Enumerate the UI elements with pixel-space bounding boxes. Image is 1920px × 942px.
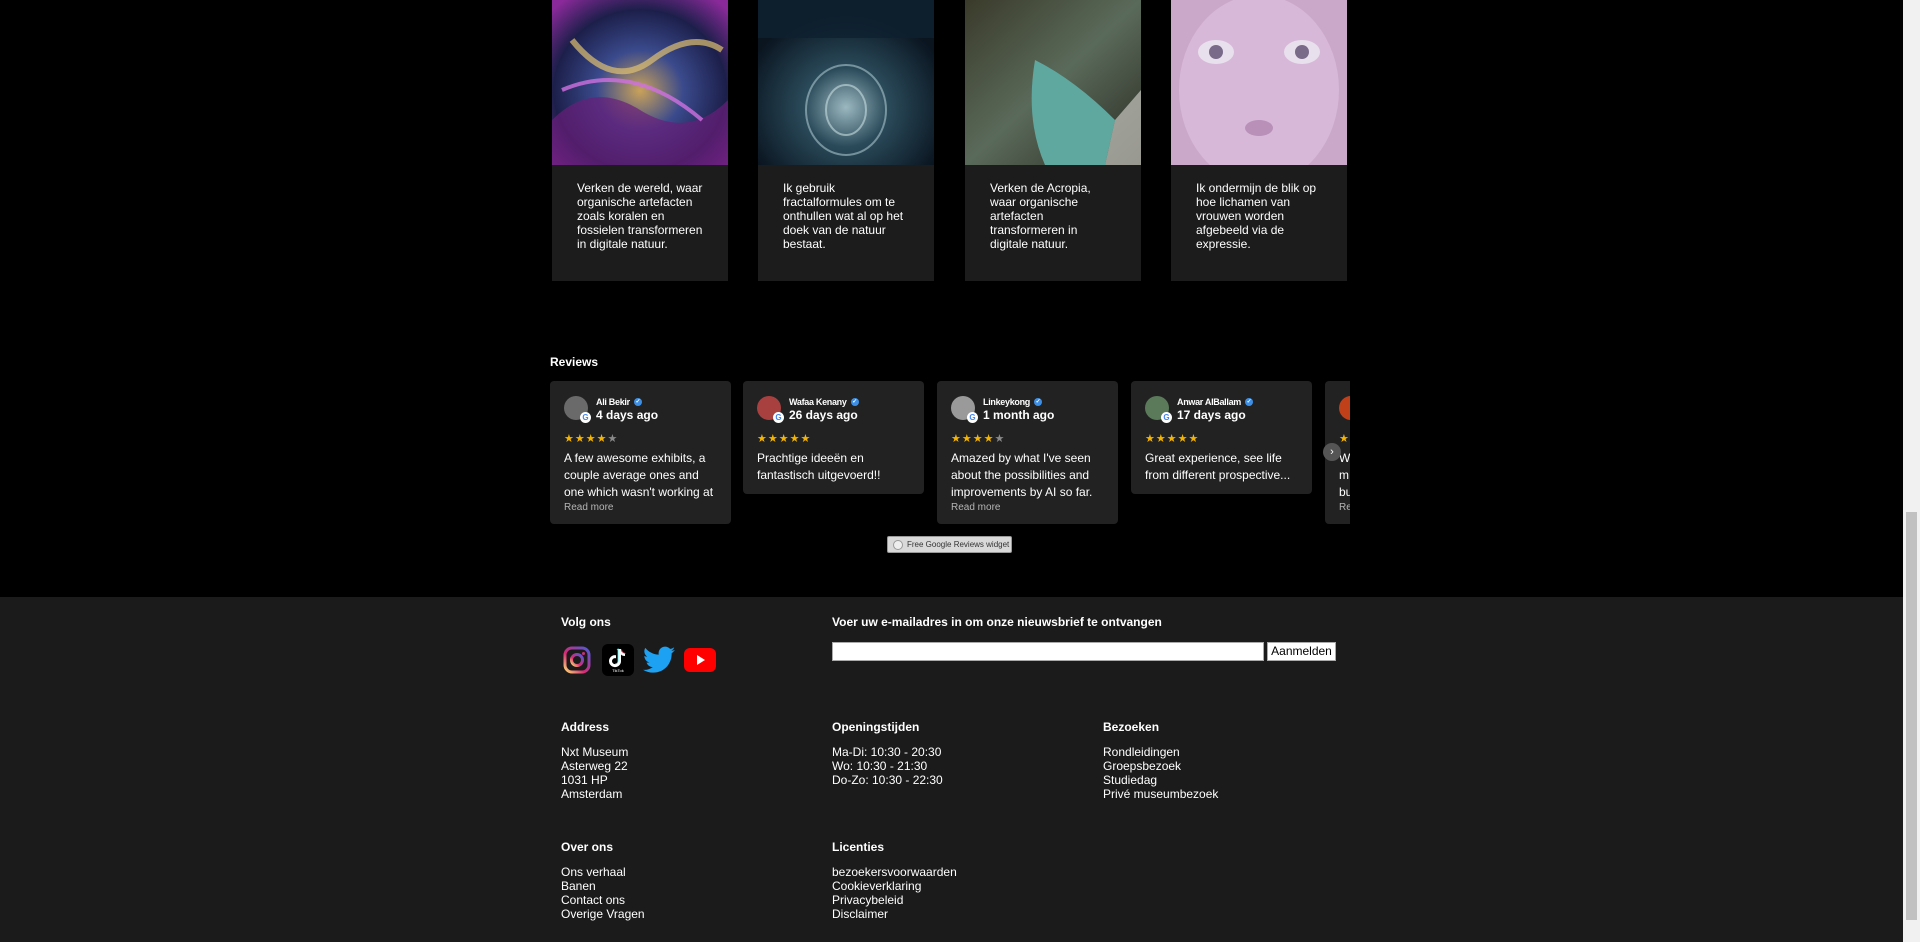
star-rating: ★★★★★ [1145, 433, 1200, 445]
tiktok-icon[interactable]: TikTok [602, 644, 634, 676]
licenses-heading: Licenties [832, 840, 885, 854]
review-card[interactable]: G Wafaa Kenany ✓ 26 days ago ★★★★★ Pracht… [743, 381, 924, 494]
google-icon: G [580, 412, 591, 423]
footer-link-contact-ons[interactable]: Contact ons [561, 893, 645, 907]
review-text: A few awesome exhibits, a couple average… [564, 451, 714, 499]
verified-icon: ✓ [633, 398, 642, 406]
art-card-description: Ik gebruik fractalformules om te onthull… [783, 181, 904, 251]
review-card[interactable]: G Linkeykong ✓ 1 month ago ★★★★★ Amazed b… [937, 381, 1118, 524]
footer-link-prive-museumbezoek[interactable]: Privé museumbezoek [1103, 787, 1218, 801]
review-text: Prachtige ideeën en fantastisch uitgevoe… [757, 451, 881, 482]
footer-link-cookieverklaring[interactable]: Cookieverklaring [832, 879, 957, 893]
page-scrollbar[interactable] [1903, 0, 1920, 942]
star-rating: ★★★★★ [1339, 433, 1350, 445]
read-more-link[interactable]: Re [1339, 501, 1350, 514]
reviewer-name: Wafaa Kenany [789, 397, 847, 407]
follow-heading: Volg ons [561, 615, 611, 629]
widget-logo-icon [893, 540, 903, 550]
verified-icon: ✓ [1245, 398, 1253, 406]
opening-hours-block: Ma-Di: 10:30 - 20:30 Wo: 10:30 - 21:30 D… [832, 745, 943, 787]
visit-links: Rondleidingen Groepsbezoek Studiedag Pri… [1103, 745, 1218, 801]
read-more-link[interactable]: Read more [951, 501, 1104, 514]
footer-link-studiedag[interactable]: Studiedag [1103, 773, 1218, 787]
opening-hours-line: Ma-Di: 10:30 - 20:30 [832, 745, 942, 759]
star-rating: ★★★★★ [951, 433, 1006, 445]
footer-link-bezoekersvoorwaarden[interactable]: bezoekersvoorwaarden [832, 865, 957, 879]
review-date: 4 days ago [596, 408, 659, 422]
license-links: bezoekersvoorwaarden Cookieverklaring Pr… [832, 865, 957, 921]
chevron-right-icon[interactable]: › [1323, 443, 1341, 461]
footer-link-overige-vragen[interactable]: Overige Vragen [561, 907, 645, 921]
address-heading: Address [561, 720, 610, 734]
reviewer-name: Anwar AlBallam [1177, 397, 1241, 407]
opening-hours-line: Do-Zo: 10:30 - 22:30 [832, 773, 943, 787]
footer-link-privacybeleid[interactable]: Privacybeleid [832, 893, 957, 907]
address-line: Amsterdam [561, 787, 623, 801]
art-card-row: Verken de wereld, waar organische artefa… [552, 0, 1348, 281]
opening-hours-heading: Openingstijden [832, 720, 920, 734]
address-line: 1031 HP [561, 773, 608, 787]
newsletter-subscribe-button[interactable]: Aanmelden [1267, 642, 1336, 661]
twitter-icon[interactable] [643, 644, 675, 676]
review-date: 1 month ago [983, 408, 1055, 422]
review-text: W m bu [1339, 451, 1350, 499]
avatar: G [951, 396, 978, 423]
reviewer-name: Linkeykong [983, 397, 1031, 407]
verified-icon: ✓ [850, 398, 859, 406]
star-rating: ★★★★★ [757, 433, 812, 445]
avatar [1339, 396, 1350, 420]
visit-heading: Bezoeken [1103, 720, 1160, 734]
artwork-image-acropia [965, 0, 1141, 165]
avatar: G [1145, 396, 1172, 423]
about-heading: Over ons [561, 840, 614, 854]
art-card[interactable]: Ik gebruik fractalformules om te onthull… [758, 0, 934, 281]
newsletter-email-input[interactable] [832, 642, 1264, 661]
review-text: Amazed by what I've seen about the possi… [951, 451, 1093, 499]
art-card[interactable]: Verken de wereld, waar organische artefa… [552, 0, 728, 281]
art-card-description: Ik ondermijn de blik op hoe lichamen van… [1196, 181, 1317, 251]
artwork-image-coral [552, 0, 728, 165]
address-line: Asterweg 22 [561, 759, 628, 773]
review-card[interactable]: G Ali Bekir ✓ 4 days ago ★★★★★ A few awes… [550, 381, 731, 524]
footer-link-disclaimer[interactable]: Disclaimer [832, 907, 957, 921]
review-text: Great experience, see life from differen… [1145, 451, 1291, 482]
review-date: 26 days ago [789, 408, 858, 422]
reviews-widget-badge[interactable]: Free Google Reviews widget [887, 536, 1012, 553]
artwork-image-fractal [758, 0, 934, 165]
reviews-carousel[interactable]: G Ali Bekir ✓ 4 days ago ★★★★★ A few awes… [549, 381, 1350, 525]
tiktok-label: TikTok [612, 667, 624, 673]
footer-link-ons-verhaal[interactable]: Ons verhaal [561, 865, 645, 879]
address-line: Nxt Museum [561, 745, 629, 759]
art-card-description: Verken de Acropia, waar organische artef… [990, 181, 1091, 251]
review-date: 17 days ago [1177, 408, 1246, 422]
reviewer-name: Ali Bekir [596, 397, 630, 407]
verified-icon: ✓ [1034, 398, 1043, 406]
youtube-icon[interactable] [684, 644, 716, 676]
footer-link-groepsbezoek[interactable]: Groepsbezoek [1103, 759, 1218, 773]
google-icon: G [967, 412, 978, 423]
artwork-image-face [1171, 0, 1347, 165]
scrollbar-thumb[interactable] [1906, 512, 1917, 920]
footer-link-banen[interactable]: Banen [561, 879, 645, 893]
reviews-heading: Reviews [550, 355, 599, 369]
avatar: G [564, 396, 591, 423]
newsletter-heading: Voer uw e-mailadres in om onze nieuwsbri… [832, 615, 1162, 629]
address-block: Nxt Museum Asterweg 22 1031 HP Amsterdam [561, 745, 628, 801]
avatar: G [757, 396, 784, 423]
star-rating: ★★★★★ [564, 433, 619, 445]
opening-hours-line: Wo: 10:30 - 21:30 [832, 759, 928, 773]
footer-link-rondleidingen[interactable]: Rondleidingen [1103, 745, 1218, 759]
google-icon: G [1161, 412, 1172, 423]
google-icon: G [773, 412, 784, 423]
review-card[interactable]: G Anwar AlBallam ✓ 17 days ago ★★★★★ Grea… [1131, 381, 1312, 494]
social-links: TikTok [561, 644, 725, 676]
instagram-icon[interactable] [561, 644, 593, 676]
widget-badge-label: Free Google Reviews widget [907, 540, 1010, 549]
about-links: Ons verhaal Banen Contact ons Overige Vr… [561, 865, 645, 921]
art-card[interactable]: Verken de Acropia, waar organische artef… [965, 0, 1141, 281]
art-card-description: Verken de wereld, waar organische artefa… [577, 181, 703, 251]
art-card[interactable]: Ik ondermijn de blik op hoe lichamen van… [1171, 0, 1347, 281]
read-more-link[interactable]: Read more [564, 501, 717, 514]
